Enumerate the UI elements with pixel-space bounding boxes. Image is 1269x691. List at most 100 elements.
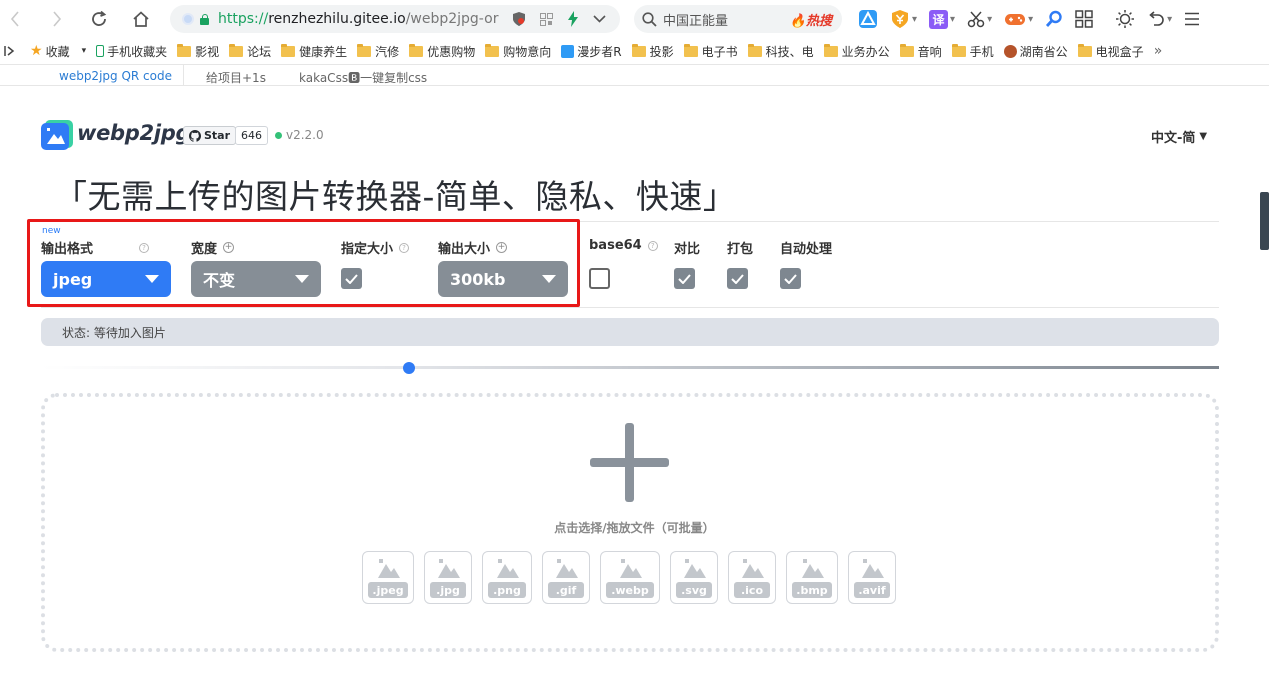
extension-translate[interactable]: 译 ▾ [929,6,955,32]
pack-checkbox[interactable] [727,268,748,289]
output-size-select[interactable]: 300kb [438,261,568,297]
option-label-text: base64 [589,238,642,253]
lock-icon [200,13,209,25]
bookmark-item[interactable]: 漫步者R [561,43,622,60]
bookmark-item[interactable]: 汽修 [357,43,399,60]
folder-icon [1077,43,1092,57]
specify-size-checkbox[interactable] [341,268,362,289]
image-icon [378,559,400,578]
base64-checkbox[interactable] [589,268,610,289]
status-bar: 状态: 等待加入图片 [41,318,1219,346]
extension-triangle[interactable] [858,6,878,32]
tab-star-project[interactable]: 给项目+1s [206,69,266,86]
url-host: renzhezhilu.gitee.io [268,11,406,27]
auto-process-label: 自动处理 [780,238,832,257]
bookmark-item[interactable]: 购物意向 [485,43,551,60]
magnifier-icon [1046,10,1062,27]
bookmark-favorites[interactable]: ★ 收藏 ▾ [30,43,86,60]
shield-icon[interactable] [512,11,526,27]
help-icon[interactable]: ? [139,242,150,253]
plus-icon[interactable] [590,423,669,502]
bookmark-item[interactable]: 优惠购物 [409,43,475,60]
bookmark-item[interactable]: 手机 [951,43,994,60]
address-bar[interactable]: https:// renzhezhilu.gitee.io /webp2jpg-… [170,5,620,33]
checkmark-icon [678,273,691,284]
bookmark-label: 健康养生 [299,44,348,59]
bookmark-item[interactable]: 手机收藏夹 [96,43,167,60]
format-label: .jpg [430,582,466,598]
format-label: .jpeg [368,582,408,598]
auto-process-checkbox[interactable] [780,268,801,289]
folder-icon [281,43,296,57]
lightning-icon[interactable] [567,11,579,27]
chevron-down-icon: ▾ [1028,13,1034,25]
output-size-value: 300kb [450,269,506,289]
extension-yen[interactable]: ▾ [890,6,917,32]
arrow-left-icon [10,11,19,27]
tab-strip: webp2jpg QR code 给项目+1s kakaCss🅱一键复制css [0,64,1269,86]
bookmark-item[interactable]: 影视 [177,43,219,60]
image-icon [438,559,460,578]
option-label-text: 宽度 [191,242,218,257]
bookmark-label: 音响 [917,44,942,59]
folder-icon [357,43,372,57]
bookmark-item[interactable]: 投影 [631,43,674,60]
extensions-row: ▾ 译 ▾ ▾ ▾ ▾ [858,6,1200,32]
compare-label: 对比 [674,238,700,257]
github-star-count[interactable]: 646 [235,126,268,145]
plus-circle-icon[interactable]: + [496,242,508,253]
forward-button[interactable] [42,4,72,34]
width-select[interactable]: 不变 [191,261,321,297]
menu-button[interactable] [1184,6,1200,32]
compare-checkbox[interactable] [674,268,695,289]
github-star-button[interactable]: Star [183,126,237,145]
qr-code-icon[interactable] [540,12,553,26]
output-format-select[interactable]: jpeg [41,261,171,297]
bookmark-label: 电视盒子 [1095,44,1144,59]
image-icon [620,559,642,578]
sidebar-toggle[interactable] [4,45,16,57]
extension-game[interactable]: ▾ [1004,6,1033,32]
extension-grid[interactable] [1075,6,1093,32]
progress-track [41,366,1219,369]
option-label-text: 输出大小 [438,242,491,257]
format-label: .gif [548,582,584,598]
extension-screenshot[interactable]: ▾ [967,6,992,32]
bookmark-item[interactable]: 电视盒子 [1077,43,1144,60]
tab-qr-code[interactable]: webp2jpg QR code [59,69,172,83]
page-title: 「无需上传的图片转换器-简单、隐私、快速」 [54,177,737,216]
chevron-down-icon: ▾ [950,13,956,25]
bookmark-item[interactable]: 科技、电 [747,43,814,60]
chevron-down-icon[interactable] [593,15,606,23]
help-icon[interactable]: ? [399,242,410,253]
image-icon [862,559,884,578]
bookmark-item[interactable]: 论坛 [229,43,271,60]
bookmarks-more[interactable]: » [1154,43,1163,59]
reload-button[interactable] [84,4,114,34]
bookmark-item[interactable]: 音响 [899,43,942,60]
site-icon [182,13,194,25]
option-label-text: 对比 [674,242,701,257]
bookmark-item[interactable]: 电子书 [683,43,738,60]
theme-toggle[interactable] [1115,6,1135,32]
bookmark-item[interactable]: 湖南省公 [1003,43,1068,60]
undo-button[interactable]: ▾ [1147,6,1172,32]
extension-search[interactable] [1045,6,1063,32]
hot-search-tag[interactable]: 🔥热搜 [790,10,832,29]
supported-formats: .jpeg .jpg .png .gif .webp .svg .ico .bm… [362,551,896,604]
home-button[interactable] [126,4,156,34]
tab-kakacss[interactable]: kakaCss🅱一键复制css [299,69,427,86]
search-box[interactable]: 中国正能量 🔥热搜 [634,5,842,33]
back-button[interactable] [0,4,30,34]
format-label: .ico [734,582,770,598]
scrollbar-handle[interactable] [1260,192,1269,250]
bookmark-item[interactable]: 健康养生 [281,43,347,60]
help-icon[interactable]: ? [647,240,658,251]
option-label-text: 指定大小 [341,242,394,257]
format-png: .png [482,551,532,604]
bookmark-item[interactable]: 业务办公 [823,43,890,60]
webp2jpg-logo-icon [41,120,73,150]
plus-circle-icon[interactable]: + [223,242,235,253]
format-label: .svg [676,582,712,598]
language-selector[interactable]: 中文-简 ▼ [1151,127,1207,146]
